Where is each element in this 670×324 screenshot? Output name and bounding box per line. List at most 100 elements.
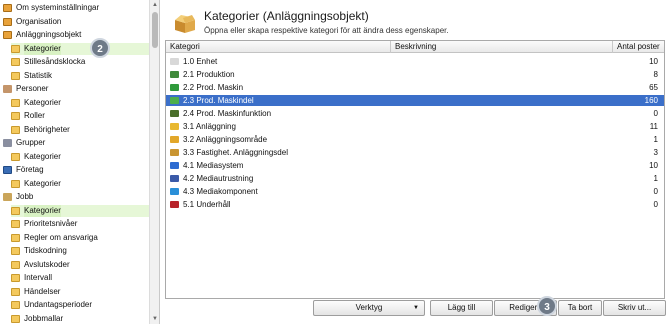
folder-icon	[11, 247, 20, 255]
category-cell: 3.3 Fastighet. Anläggningsdel	[170, 147, 288, 158]
add-button[interactable]: Lägg till	[430, 300, 493, 316]
tools-dropdown-button[interactable]: Verktyg ▼	[313, 300, 425, 316]
tree-item[interactable]: Kategorier	[11, 204, 150, 217]
asset-icon	[3, 31, 12, 39]
table-row[interactable]: 2.2 Prod. Maskin 65	[166, 82, 664, 93]
category-cell: 2.1 Produktion	[170, 69, 235, 80]
tree-item[interactable]: Jobbmallar	[11, 313, 150, 324]
tree-item-label: Stillesåndsklocka	[24, 57, 86, 66]
column-header-category[interactable]: Kategori	[166, 41, 391, 53]
tree-item-label: Avslutskoder	[24, 259, 70, 269]
tree-item[interactable]: Intervall	[11, 272, 150, 284]
folder-icon	[11, 274, 20, 282]
factory-icon	[170, 71, 179, 78]
table-row[interactable]: 4.3 Mediakomponent 0	[166, 186, 664, 197]
record-count: 8	[653, 70, 658, 79]
tree-item[interactable]: Stillesåndsklocka	[11, 56, 150, 68]
category-cell: 3.2 Anläggningsområde	[170, 134, 267, 145]
tree-item[interactable]: Grupper	[3, 137, 150, 149]
tree-item[interactable]: Jobb	[3, 191, 150, 203]
tree-scrollbar[interactable]: ▲ ▼	[149, 0, 159, 324]
machine-icon	[170, 84, 179, 91]
tree-item[interactable]: Avslutskoder	[11, 259, 150, 271]
table-row[interactable]: 2.4 Prod. Maskinfunktion 0	[166, 108, 664, 119]
category-name: 2.4 Prod. Maskinfunktion	[183, 109, 272, 118]
delete-button[interactable]: Ta bort	[558, 300, 602, 316]
tools-button-label: Verktyg	[355, 303, 383, 312]
property-icon	[170, 149, 179, 156]
tree-item[interactable]: Personer	[3, 83, 150, 95]
tree-item[interactable]: Kategorier	[11, 97, 150, 109]
tree-item[interactable]: Kategorier	[11, 151, 150, 163]
tree-item-label: Undantagsperioder	[24, 300, 93, 309]
open-box-icon	[175, 15, 195, 33]
person-icon	[3, 85, 12, 93]
table-row[interactable]: 2.1 Produktion 8	[166, 69, 664, 80]
record-count: 11	[649, 122, 658, 131]
table-row[interactable]: 2.3 Prod. Maskindel 160	[166, 95, 664, 106]
media-system-icon	[170, 162, 179, 169]
folder-icon	[11, 98, 20, 107]
category-name: 5.1 Underhåll	[183, 200, 231, 209]
tree-item[interactable]: Undantagsperioder	[11, 299, 150, 311]
tree-item[interactable]: Behörigheter	[11, 124, 150, 136]
record-count: 160	[644, 96, 658, 105]
tree-item-label: Jobbmallar	[24, 313, 64, 323]
tree-item[interactable]: Kategorier	[11, 42, 150, 55]
print-button[interactable]: Skriv ut...	[603, 300, 666, 316]
category-name: 4.1 Mediasystem	[183, 161, 244, 170]
record-count: 0	[653, 200, 658, 209]
folder-icon	[11, 125, 20, 134]
record-count: 1	[653, 135, 658, 144]
scroll-down-arrow-icon[interactable]: ▼	[150, 314, 159, 324]
tree-item-label: Kategorier	[24, 42, 61, 55]
column-header-count[interactable]: Antal poster	[613, 41, 664, 53]
table-row[interactable]: 3.1 Anläggning 11	[166, 121, 664, 132]
table-row[interactable]: 5.1 Underhåll 0	[166, 199, 664, 210]
machine-part-icon	[170, 97, 179, 104]
tree-item[interactable]: Företag	[3, 164, 150, 176]
tree-item[interactable]: Statistik	[11, 70, 150, 82]
table-row[interactable]: 3.3 Fastighet. Anläggningsdel 3	[166, 147, 664, 158]
folder-icon	[11, 220, 20, 228]
category-cell: 5.1 Underhåll	[170, 199, 231, 210]
settings-tree: Om systeminställningar Organisation Anlägg…	[0, 0, 160, 324]
tree-item[interactable]: Roller	[11, 110, 150, 122]
grid-header: Kategori Beskrivning Antal poster	[166, 41, 664, 53]
tree-item[interactable]: Kategorier	[11, 178, 150, 190]
category-cell: 2.4 Prod. Maskinfunktion	[170, 108, 271, 119]
table-row[interactable]: 3.2 Anläggningsområde 1	[166, 134, 664, 145]
folder-icon	[11, 112, 20, 120]
folder-icon	[11, 260, 20, 269]
tree-item-label: Behörigheter	[24, 124, 70, 134]
info-icon	[3, 4, 12, 12]
scroll-up-arrow-icon[interactable]: ▲	[150, 0, 159, 10]
job-icon	[3, 193, 12, 201]
media-equipment-icon	[170, 175, 179, 182]
building-icon	[170, 123, 179, 130]
arrows-icon	[170, 110, 179, 117]
table-row[interactable]: 4.1 Mediasystem 10	[166, 160, 664, 171]
scrollbar-thumb[interactable]	[152, 12, 158, 48]
table-row[interactable]: 1.0 Enhet 10	[166, 56, 664, 67]
folder-icon	[11, 287, 20, 296]
tree-item[interactable]: Händelser	[11, 286, 150, 298]
record-count: 10	[649, 161, 658, 170]
tree-item[interactable]: Regler om ansvariga	[11, 232, 150, 244]
tree-item[interactable]: Anläggningsobjekt	[3, 29, 150, 41]
tree-item[interactable]: Prioritetsnivåer	[11, 218, 150, 230]
tree-item-label: Grupper	[16, 138, 46, 147]
category-name: 2.1 Produktion	[183, 70, 235, 79]
tree-item[interactable]: Om systeminställningar	[3, 2, 150, 14]
category-cell: 4.3 Mediakomponent	[170, 186, 258, 197]
tree-item-label: Jobb	[16, 192, 34, 201]
organisation-icon	[3, 17, 12, 26]
dropdown-arrow-icon: ▼	[413, 305, 419, 311]
play-icon	[170, 188, 179, 195]
folder-icon	[11, 314, 20, 323]
category-cell: 2.3 Prod. Maskindel	[170, 95, 254, 106]
tree-item[interactable]: Tidskodning	[11, 245, 150, 257]
tree-item[interactable]: Organisation	[3, 16, 150, 28]
table-row[interactable]: 4.2 Mediautrustning 1	[166, 173, 664, 184]
column-header-description[interactable]: Beskrivning	[391, 41, 613, 53]
